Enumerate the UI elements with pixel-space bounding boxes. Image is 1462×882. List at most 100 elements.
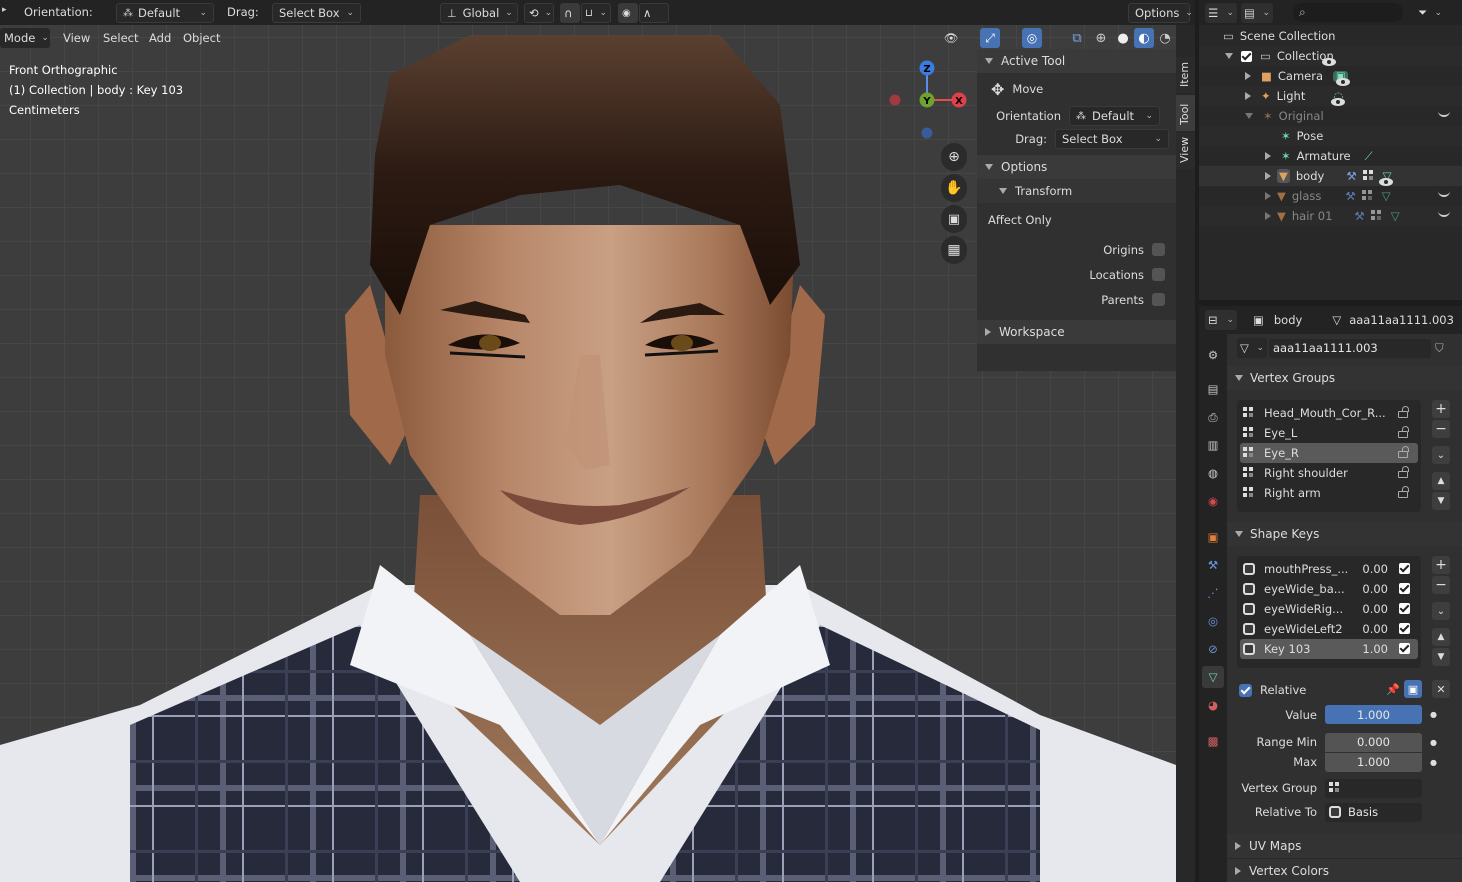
visibility-icon[interactable]: 👁: [940, 27, 962, 49]
outliner-row-armature[interactable]: ✶ Armature ⟋: [1199, 146, 1462, 166]
pivot-dropdown[interactable]: ⟲ ⌄: [524, 3, 554, 23]
physics-tab-icon[interactable]: ◎: [1202, 610, 1224, 632]
shape-key-item[interactable]: eyeWide_ba... 0.00: [1240, 579, 1418, 599]
tab-item[interactable]: Item: [1176, 57, 1195, 93]
parents-checkbox[interactable]: [1152, 293, 1165, 306]
world-tab-icon[interactable]: ◉: [1202, 490, 1224, 512]
solid-shading-icon[interactable]: ●: [1112, 27, 1134, 49]
outliner-row-pose[interactable]: ✶ Pose: [1199, 126, 1462, 146]
zoom-icon[interactable]: ⊕: [941, 143, 967, 171]
falloff-dropdown[interactable]: ∧: [639, 3, 669, 23]
expand-triangle-icon[interactable]: [1245, 113, 1253, 119]
bone-icon[interactable]: ⟋: [1365, 149, 1373, 164]
vertex-groups-header[interactable]: Vertex Groups: [1227, 366, 1462, 390]
object-tab-icon[interactable]: ▣: [1202, 526, 1224, 548]
visibility-eye-icon[interactable]: [1331, 98, 1346, 106]
shape-key-specials-button[interactable]: ⌄: [1432, 602, 1450, 620]
transform-subheader[interactable]: Transform: [977, 179, 1176, 203]
shape-key-mute-checkbox[interactable]: [1399, 603, 1410, 614]
vertex-group-specials-button[interactable]: ⌄: [1432, 446, 1450, 464]
material-tab-icon[interactable]: ◕: [1202, 694, 1224, 716]
menu-select[interactable]: Select: [103, 31, 138, 45]
xray-icon[interactable]: ⧉: [1066, 27, 1088, 49]
texture-tab-icon[interactable]: ▩: [1202, 730, 1224, 752]
filter-dropdown[interactable]: ⏷ ⌄: [1415, 2, 1445, 23]
menu-view[interactable]: View: [63, 31, 90, 45]
editor-type-dropdown[interactable]: ⊟ ⌄: [1205, 310, 1237, 330]
visibility-eye-icon[interactable]: [1379, 178, 1394, 186]
expand-triangle-icon[interactable]: [1245, 92, 1251, 100]
navigation-gizmo[interactable]: Z Y X: [885, 57, 975, 147]
relative-to-field[interactable]: Basis: [1325, 802, 1422, 822]
shape-key-value[interactable]: 0.00: [1362, 622, 1388, 636]
move-up-button[interactable]: ▲: [1432, 628, 1450, 646]
add-shape-key-button[interactable]: +: [1432, 556, 1450, 574]
origins-row[interactable]: Origins: [977, 237, 1176, 262]
vertex-group-item[interactable]: Right shoulder: [1240, 463, 1418, 483]
outliner-search[interactable]: ⌕: [1293, 3, 1403, 22]
workspace-header[interactable]: Workspace: [977, 320, 1176, 344]
shape-key-value[interactable]: 1.00: [1362, 642, 1388, 656]
mode-dropdown[interactable]: Mode ⌄: [0, 28, 50, 48]
particles-tab-icon[interactable]: ⋰: [1202, 582, 1224, 604]
expand-triangle-icon[interactable]: [1265, 192, 1271, 200]
outliner-row-collection[interactable]: ▭ Collection: [1199, 46, 1462, 66]
outliner-row-body[interactable]: ▼ body ⚒ ▽: [1199, 166, 1462, 186]
mesh-data-icon[interactable]: ▽: [1391, 209, 1400, 223]
clear-weights-icon[interactable]: ✕: [1432, 680, 1450, 698]
rendered-shading-icon[interactable]: ◔: [1154, 27, 1176, 49]
origins-checkbox[interactable]: [1152, 243, 1165, 256]
material-shading-icon[interactable]: ◐: [1134, 28, 1154, 48]
uv-maps-header[interactable]: UV Maps: [1227, 834, 1462, 858]
expand-triangle-icon[interactable]: [1245, 72, 1251, 80]
shape-keys-header[interactable]: Shape Keys: [1227, 522, 1462, 546]
snap-toggle[interactable]: ∩: [560, 3, 580, 23]
move-down-button[interactable]: ▼: [1432, 492, 1450, 510]
overlay-toggle-icon[interactable]: ◎: [1022, 28, 1042, 48]
hidden-eye-icon[interactable]: [1438, 211, 1450, 217]
shape-key-mute-checkbox[interactable]: [1399, 563, 1410, 574]
pin-icon[interactable]: 📌: [1384, 680, 1402, 698]
modifier-wrench-icon[interactable]: ⚒: [1345, 189, 1355, 203]
filter-type-dropdown[interactable]: ▤ ⌄: [1241, 2, 1273, 23]
expand-triangle-icon[interactable]: [1265, 212, 1271, 220]
shape-key-mute-checkbox[interactable]: [1399, 583, 1410, 594]
outliner-row-hair[interactable]: ▼ hair 01 ⚒ ▽: [1199, 206, 1462, 226]
value-slider[interactable]: 1.000: [1325, 705, 1422, 724]
collapse-arrow-icon[interactable]: ▸: [2, 5, 7, 15]
expand-triangle-icon[interactable]: [1225, 53, 1233, 59]
shape-key-mute-checkbox[interactable]: [1399, 643, 1410, 654]
collection-exclude-checkbox[interactable]: [1241, 50, 1252, 62]
shape-key-item[interactable]: Key 103 1.00: [1240, 639, 1418, 659]
menu-add[interactable]: Add: [149, 31, 171, 45]
scene-tab-icon[interactable]: ◍: [1202, 462, 1224, 484]
shape-key-value[interactable]: 0.00: [1362, 562, 1388, 576]
tab-tool[interactable]: Tool: [1176, 95, 1195, 131]
menu-object[interactable]: Object: [183, 31, 220, 45]
lock-icon[interactable]: [1398, 446, 1409, 458]
vertex-group-field[interactable]: [1325, 778, 1422, 798]
wireframe-shading-icon[interactable]: ⊕: [1090, 27, 1112, 49]
shape-key-item[interactable]: eyeWideLeft2 0.00: [1240, 619, 1418, 639]
shape-keys-list[interactable]: mouthPress_... 0.00 eyeWide_ba... 0.00 eyeWi…: [1237, 556, 1421, 668]
outliner-row-glass[interactable]: ▼ glass ⚒ ▽: [1199, 186, 1462, 206]
lock-icon[interactable]: [1398, 406, 1409, 418]
move-up-button[interactable]: ▲: [1432, 472, 1450, 490]
transform-orientation-dropdown[interactable]: ⊥ Global ⌄: [440, 3, 518, 23]
modifier-wrench-icon[interactable]: ⚒: [1354, 209, 1364, 223]
camera-view-icon[interactable]: ▣: [941, 205, 967, 233]
hidden-eye-icon[interactable]: [1438, 191, 1450, 197]
vertex-colors-header[interactable]: Vertex Colors: [1227, 858, 1462, 882]
vertex-groups-icon[interactable]: [1370, 210, 1383, 222]
edit-mode-toggle-icon[interactable]: ▣: [1404, 680, 1422, 698]
shape-key-item[interactable]: eyeWideRig... 0.00: [1240, 599, 1418, 619]
visibility-eye-icon[interactable]: [1321, 58, 1336, 66]
tool-drag-dropdown[interactable]: Select Box ⌄: [1055, 129, 1169, 149]
scene-collection-row[interactable]: ▭ Scene Collection: [1199, 26, 1462, 46]
render-tab-icon[interactable]: ▤: [1202, 378, 1224, 400]
shape-key-item[interactable]: mouthPress_... 0.00: [1240, 559, 1418, 579]
lock-icon[interactable]: [1398, 426, 1409, 438]
3d-viewport[interactable]: Mode ⌄ View Select Add Object Front Ortho…: [0, 25, 1176, 882]
parents-row[interactable]: Parents: [977, 287, 1176, 312]
outliner-row-light[interactable]: ✦ Light ◌: [1199, 86, 1462, 106]
